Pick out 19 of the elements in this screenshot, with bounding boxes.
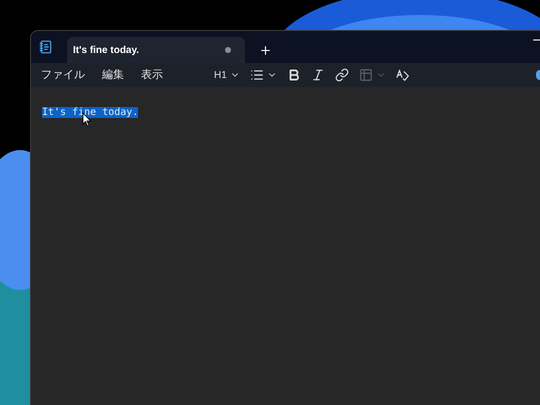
- document-text: It's fine today.: [42, 107, 138, 118]
- table-icon: [358, 68, 373, 82]
- link-button[interactable]: [334, 68, 349, 82]
- list-icon: [250, 68, 264, 82]
- italic-button[interactable]: [310, 68, 325, 82]
- menu-item[interactable]: 表示: [141, 66, 163, 84]
- menu-item[interactable]: ファイル: [41, 66, 85, 84]
- document-tab[interactable]: It's fine today.: [67, 37, 245, 63]
- link-icon: [334, 68, 349, 82]
- bold-button[interactable]: [286, 68, 301, 82]
- spellcheck-button[interactable]: [396, 68, 410, 82]
- spellcheck-icon: [396, 68, 410, 82]
- notepad-icon: [39, 40, 53, 54]
- italic-icon: [310, 68, 325, 82]
- menu-item[interactable]: 編集: [102, 66, 124, 84]
- list-button[interactable]: [250, 68, 277, 82]
- bold-icon: [286, 68, 301, 82]
- heading-button[interactable]: H1: [214, 68, 240, 82]
- new-tab-icon[interactable]: [259, 44, 272, 57]
